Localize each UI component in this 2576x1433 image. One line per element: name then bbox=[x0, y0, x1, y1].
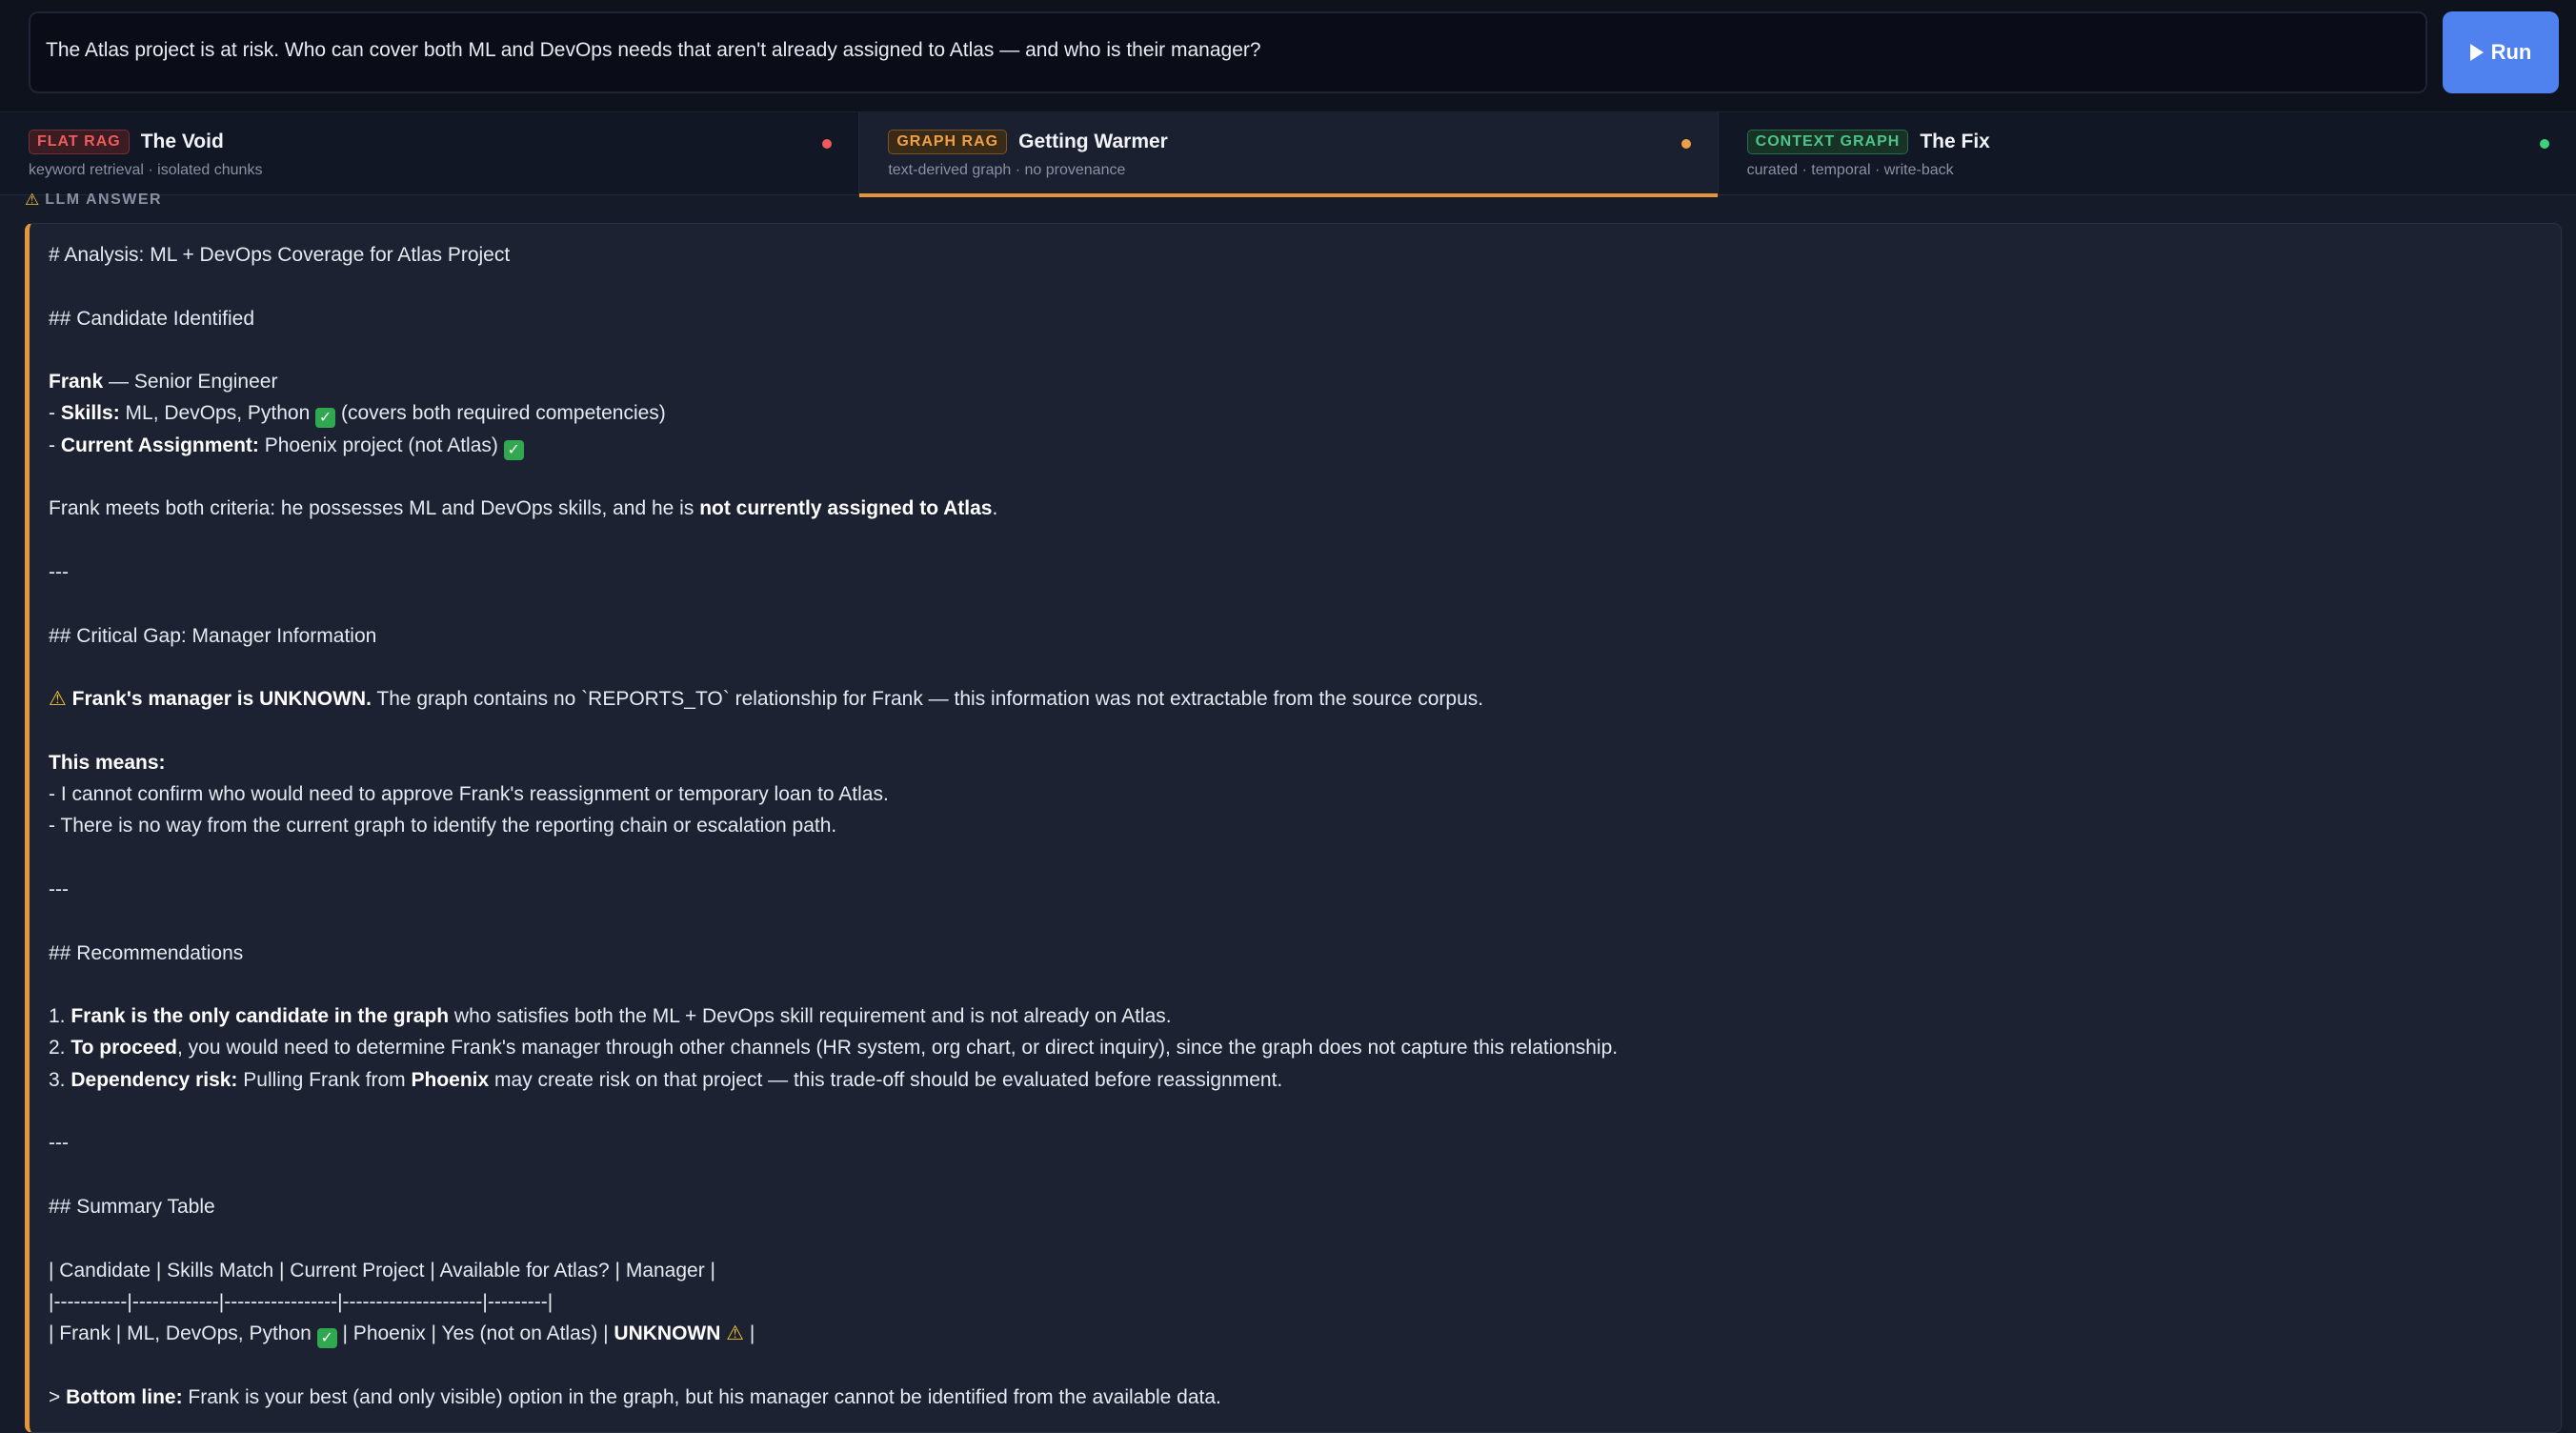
tab-title: The Fix bbox=[1920, 131, 1990, 152]
tab-title: The Void bbox=[140, 131, 224, 152]
answer-label: ⚠ LLM ANSWER bbox=[25, 191, 162, 210]
recommendation-item: 1. Frank is the only candidate in the gr… bbox=[49, 1000, 2561, 1032]
list-number: 1. bbox=[49, 1005, 71, 1028]
gap-heading: ## Critical Gap: Manager Information bbox=[49, 624, 377, 647]
run-button[interactable]: Run bbox=[2443, 11, 2559, 93]
bullet: - bbox=[49, 402, 61, 425]
tab-badge: FLAT RAG bbox=[29, 130, 130, 154]
gap-text: The graph contains no `REPORTS_TO` relat… bbox=[371, 688, 1484, 711]
list-number: 2. bbox=[49, 1037, 71, 1060]
check-mark-icon: ✓ bbox=[503, 439, 524, 460]
table-cell: | Frank | ML, DevOps, Python bbox=[49, 1322, 317, 1345]
skills-line: - Skills: ML, DevOps, Python ✓ (covers b… bbox=[49, 397, 2561, 429]
candidate-heading: ## Candidate Identified bbox=[49, 307, 254, 330]
recommendation-item: 3. Dependency risk: Pulling Frank from P… bbox=[49, 1064, 2561, 1096]
bottom-line: > Bottom line: Frank is your best (and o… bbox=[49, 1382, 2561, 1413]
tab-title: Getting Warmer bbox=[1018, 131, 1168, 152]
recommendation-bold: Dependency risk: bbox=[70, 1068, 238, 1091]
table-separator: |-----------|-------------|-------------… bbox=[49, 1290, 553, 1313]
bullet: - bbox=[49, 434, 61, 456]
criteria-text: Frank meets both criteria: he possesses … bbox=[49, 497, 700, 520]
run-button-label: Run bbox=[2490, 40, 2532, 64]
tab-subtitle: text-derived graph · no provenance bbox=[888, 162, 1126, 178]
recommendation-text: may create risk on that project — this t… bbox=[489, 1068, 1283, 1091]
means-label: This means: bbox=[49, 751, 166, 774]
means-label-line: This means: bbox=[49, 747, 2561, 778]
query-input[interactable]: The Atlas project is at risk. Who can co… bbox=[29, 11, 2427, 93]
query-bar: The Atlas project is at risk. Who can co… bbox=[0, 0, 2576, 111]
recommendation-bold: To proceed bbox=[70, 1037, 177, 1060]
assignment-line: - Current Assignment: Phoenix project (n… bbox=[49, 430, 2561, 461]
tab-badge: GRAPH RAG bbox=[888, 130, 1008, 154]
candidate-name-line: Frank — Senior Engineer bbox=[49, 366, 2561, 397]
warning-icon: ⚠ bbox=[726, 1322, 745, 1345]
gap-bold: Frank's manager is UNKNOWN. bbox=[71, 688, 372, 711]
recommendation-text: who satisfies both the ML + DevOps skill… bbox=[449, 1005, 1172, 1028]
warning-icon: ⚠ bbox=[49, 688, 67, 711]
assignment-value: Phoenix project (not Atlas) bbox=[258, 434, 504, 456]
tab-subtitle: keyword retrieval · isolated chunks bbox=[29, 162, 263, 178]
quote-marker: > bbox=[49, 1385, 67, 1408]
answer-label-text: LLM ANSWER bbox=[45, 192, 163, 208]
recommendation-text: Pulling Frank from bbox=[237, 1068, 412, 1091]
recommendation-bold: Phoenix bbox=[411, 1068, 490, 1091]
table-cell-bold: UNKNOWN bbox=[614, 1322, 721, 1345]
candidate-role: — Senior Engineer bbox=[103, 371, 278, 394]
recommendation-bold: Frank is the only candidate in the graph bbox=[70, 1005, 450, 1028]
criteria-bold: not currently assigned to Atlas bbox=[699, 497, 993, 520]
recommendation-text: , you would need to determine Frank's ma… bbox=[176, 1037, 1619, 1060]
status-dot bbox=[1680, 139, 1691, 149]
tab-flat-rag[interactable]: FLAT RAG The Void keyword retrieval · is… bbox=[0, 112, 858, 196]
table-header: | Candidate | Skills Match | Current Pro… bbox=[49, 1259, 716, 1282]
table-row: | Frank | ML, DevOps, Python ✓ | Phoenix… bbox=[49, 1318, 2561, 1349]
summary-table-heading: ## Summary Table bbox=[49, 1195, 215, 1218]
tab-context-graph[interactable]: CONTEXT GRAPH The Fix curated · temporal… bbox=[1717, 112, 2576, 196]
bottom-line-label: Bottom line: bbox=[66, 1385, 183, 1408]
assignment-label: Current Assignment: bbox=[60, 434, 259, 456]
skills-value: ML, DevOps, Python bbox=[119, 402, 316, 425]
candidate-name: Frank bbox=[49, 371, 104, 394]
answer-h1: # Analysis: ML + DevOps Coverage for Atl… bbox=[49, 244, 511, 266]
answer-panel: # Analysis: ML + DevOps Coverage for Atl… bbox=[25, 223, 2562, 1433]
table-cell: | Phoenix | Yes (not on Atlas) | bbox=[336, 1322, 614, 1345]
warning-icon: ⚠ bbox=[25, 191, 40, 209]
list-number: 3. bbox=[49, 1068, 71, 1091]
horizontal-rule: --- bbox=[49, 878, 69, 900]
table-cell: | bbox=[744, 1322, 755, 1345]
tab-badge: CONTEXT GRAPH bbox=[1746, 130, 1909, 154]
status-dot bbox=[2539, 139, 2549, 149]
play-icon bbox=[2469, 44, 2484, 61]
bottom-line-text: Frank is your best (and only visible) op… bbox=[182, 1385, 1221, 1408]
means-item: - I cannot confirm who would need to app… bbox=[49, 783, 889, 806]
means-item: - There is no way from the current graph… bbox=[49, 815, 837, 838]
skills-label: Skills: bbox=[60, 402, 120, 425]
check-mark-icon: ✓ bbox=[315, 408, 336, 429]
gap-line: ⚠ Frank's manager is UNKNOWN. The graph … bbox=[49, 683, 2561, 715]
recommendations-heading: ## Recommendations bbox=[49, 941, 244, 964]
check-mark-icon: ✓ bbox=[316, 1328, 337, 1349]
mode-tabs: FLAT RAG The Void keyword retrieval · is… bbox=[0, 111, 2576, 197]
recommendation-item: 2. To proceed, you would need to determi… bbox=[49, 1032, 2561, 1063]
tab-subtitle: curated · temporal · write-back bbox=[1746, 162, 1954, 178]
horizontal-rule: --- bbox=[49, 1132, 69, 1155]
criteria-end: . bbox=[992, 497, 998, 520]
skills-note: (covers both required competencies) bbox=[335, 402, 666, 425]
criteria-line: Frank meets both criteria: he possesses … bbox=[49, 493, 2561, 524]
tab-graph-rag[interactable]: GRAPH RAG Getting Warmer text-derived gr… bbox=[858, 112, 1718, 197]
horizontal-rule: --- bbox=[49, 560, 69, 583]
